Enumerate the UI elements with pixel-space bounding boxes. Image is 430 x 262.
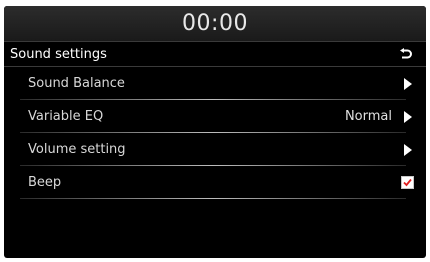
menu-item-variable-eq[interactable]: Variable EQ Normal — [4, 100, 426, 133]
screen: 00:00 Sound settings Sound Balance Varia… — [0, 0, 430, 262]
back-button[interactable] — [394, 42, 418, 66]
arrow-right-icon — [404, 143, 412, 156]
status-bar: 00:00 — [4, 6, 426, 41]
menu-item-controls — [404, 143, 426, 156]
menu-item-label: Beep — [28, 175, 62, 190]
settings-list: Sound Balance Variable EQ Normal Volume … — [4, 67, 426, 199]
menu-item-label: Variable EQ — [28, 109, 104, 124]
menu-item-value: Normal — [344, 109, 392, 124]
arrow-right-icon — [404, 77, 412, 90]
head-unit-display: 00:00 Sound settings Sound Balance Varia… — [4, 6, 426, 258]
menu-item-label: Volume setting — [28, 142, 126, 157]
arrow-right-icon — [404, 110, 412, 123]
menu-item-controls — [404, 77, 426, 90]
title-bar: Sound settings — [4, 41, 426, 67]
menu-item-sound-balance[interactable]: Sound Balance — [4, 67, 426, 100]
menu-item-controls — [401, 176, 426, 189]
beep-checkbox[interactable] — [401, 176, 414, 189]
menu-item-label: Sound Balance — [28, 76, 125, 91]
checkmark-icon — [403, 178, 412, 187]
page-title: Sound settings — [10, 46, 107, 62]
clock: 00:00 — [182, 11, 248, 36]
back-return-icon — [400, 47, 412, 58]
menu-item-beep[interactable]: Beep — [4, 166, 426, 199]
menu-item-controls: Normal — [345, 109, 426, 124]
menu-item-volume-setting[interactable]: Volume setting — [4, 133, 426, 166]
